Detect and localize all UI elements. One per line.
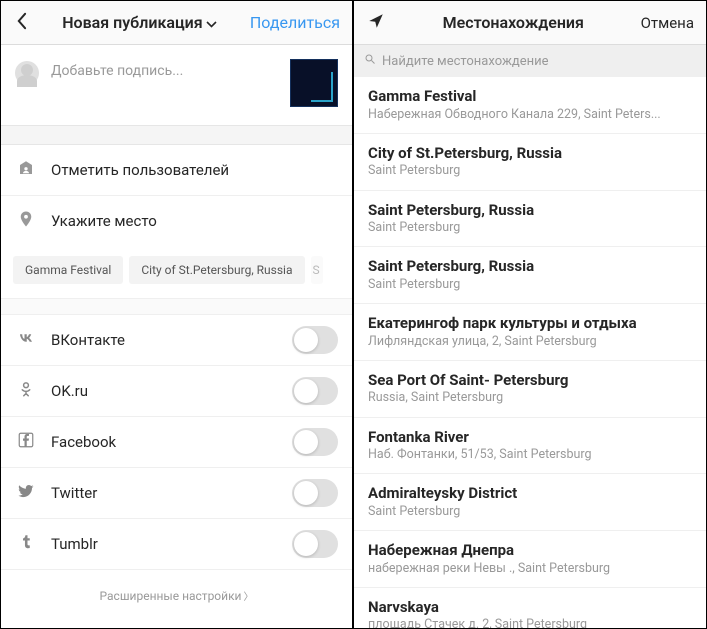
result-address: Saint Petersburg bbox=[368, 277, 692, 293]
result-address: Набережная Обводного Канала 229, Saint P… bbox=[368, 107, 692, 123]
vk-icon bbox=[15, 329, 37, 351]
share-label: ВКонтакте bbox=[51, 331, 292, 349]
share-label: Tumblr bbox=[51, 535, 292, 553]
share-button[interactable]: Поделиться bbox=[246, 13, 344, 32]
result-name: Fontanka River bbox=[368, 428, 692, 448]
person-tag-icon bbox=[15, 159, 37, 181]
result-name: Gamma Festival bbox=[368, 87, 692, 107]
divider bbox=[1, 299, 352, 315]
location-picker-screen: Местонахождения Отмена Найдите местонахо… bbox=[353, 0, 707, 629]
tw-icon bbox=[15, 482, 37, 504]
share-toggle-tw[interactable] bbox=[292, 479, 338, 507]
result-name: Narvskaya bbox=[368, 598, 692, 618]
location-result[interactable]: Набережная Днепранабережная реки Невы .,… bbox=[354, 531, 706, 588]
search-placeholder: Найдите местонахождение bbox=[382, 54, 549, 69]
ok-icon bbox=[15, 380, 37, 402]
divider bbox=[1, 125, 352, 145]
share-label: Twitter bbox=[51, 484, 292, 502]
chevron-right-icon: 〉 bbox=[243, 592, 253, 603]
header: Местонахождения Отмена bbox=[354, 1, 706, 45]
header-title: Новая публикация bbox=[62, 13, 202, 32]
share-row-ok: OK.ru bbox=[1, 366, 352, 417]
chevron-left-icon bbox=[16, 12, 27, 30]
location-result[interactable]: Narvskayaплощадь Стачек д. 2, Saint Pete… bbox=[354, 588, 706, 629]
tu-icon bbox=[15, 533, 37, 555]
share-row-tw: Twitter bbox=[1, 468, 352, 519]
avatar-icon bbox=[15, 61, 39, 85]
location-result[interactable]: Admiralteysky DistrictSaint Petersburg bbox=[354, 474, 706, 531]
caption-input[interactable]: Добавьте подпись... bbox=[39, 59, 290, 79]
location-result[interactable]: Sea Port Of Saint- PetersburgRussia, Sai… bbox=[354, 361, 706, 418]
tag-users-row[interactable]: Отметить пользователей bbox=[1, 145, 352, 196]
location-pin-icon bbox=[15, 210, 37, 232]
caption-area: Добавьте подпись... bbox=[1, 45, 352, 125]
share-row-vk: ВКонтакте bbox=[1, 315, 352, 366]
fb-icon bbox=[15, 431, 37, 453]
tag-users-label: Отметить пользователей bbox=[51, 161, 229, 179]
advanced-settings-label: Расширенные настройки bbox=[100, 589, 242, 603]
share-label: OK.ru bbox=[51, 382, 292, 400]
share-toggle-tu[interactable] bbox=[292, 530, 338, 558]
share-toggle-fb[interactable] bbox=[292, 428, 338, 456]
location-result[interactable]: Saint Petersburg, RussiaSaint Petersburg bbox=[354, 247, 706, 304]
share-toggle-ok[interactable] bbox=[292, 377, 338, 405]
new-post-screen: Новая публикация Поделиться Добавьте под… bbox=[0, 0, 353, 629]
location-chips: Gamma Festival City of St.Petersburg, Ru… bbox=[1, 246, 352, 299]
post-thumbnail[interactable] bbox=[290, 59, 338, 107]
result-address: Лифляндская улица, 2, Saint Petersburg bbox=[368, 334, 692, 350]
result-name: Saint Petersburg, Russia bbox=[368, 201, 692, 221]
result-name: Admiralteysky District bbox=[368, 484, 692, 504]
location-chip[interactable]: City of St.Petersburg, Russia bbox=[129, 256, 304, 284]
location-result[interactable]: Saint Petersburg, RussiaSaint Petersburg bbox=[354, 191, 706, 248]
cancel-button[interactable]: Отмена bbox=[637, 14, 698, 32]
header-title-wrap[interactable]: Новая публикация bbox=[33, 13, 246, 32]
result-address: Saint Petersburg bbox=[368, 220, 692, 236]
location-chip[interactable]: Gamma Festival bbox=[13, 256, 123, 284]
share-list: ВКонтакте OK.ru Facebook Twitter Tumblr bbox=[1, 315, 352, 570]
share-row-fb: Facebook bbox=[1, 417, 352, 468]
result-address: Saint Petersburg bbox=[368, 163, 692, 179]
result-address: Saint Petersburg bbox=[368, 504, 692, 520]
results-list: Gamma FestivalНабережная Обводного Канал… bbox=[354, 77, 706, 629]
location-row[interactable]: Укажите место bbox=[1, 196, 352, 246]
location-arrow-icon bbox=[367, 12, 385, 30]
back-button[interactable] bbox=[9, 12, 33, 34]
location-arrow-button[interactable] bbox=[362, 12, 390, 34]
result-name: Набережная Днепра bbox=[368, 541, 692, 561]
location-result[interactable]: Екатерингоф парк культуры и отдыхаЛифлян… bbox=[354, 304, 706, 361]
result-name: Saint Petersburg, Russia bbox=[368, 257, 692, 277]
location-result[interactable]: Fontanka RiverНаб. Фонтанки, 51/53, Sain… bbox=[354, 418, 706, 475]
header: Новая публикация Поделиться bbox=[1, 1, 352, 45]
share-toggle-vk[interactable] bbox=[292, 326, 338, 354]
search-icon bbox=[364, 53, 376, 69]
location-chip[interactable]: S bbox=[311, 256, 323, 284]
result-name: Екатерингоф парк культуры и отдыха bbox=[368, 314, 692, 334]
result-address: набережная реки Невы ., Saint Petersburg bbox=[368, 561, 692, 577]
search-bar[interactable]: Найдите местонахождение bbox=[354, 45, 706, 77]
location-label: Укажите место bbox=[51, 212, 157, 230]
header-title: Местонахождения bbox=[390, 13, 637, 32]
result-address: Наб. Фонтанки, 51/53, Saint Petersburg bbox=[368, 447, 692, 463]
location-result[interactable]: City of St.Petersburg, RussiaSaint Peter… bbox=[354, 134, 706, 191]
advanced-settings-button[interactable]: Расширенные настройки〉 bbox=[1, 570, 352, 621]
share-row-tu: Tumblr bbox=[1, 519, 352, 570]
location-result[interactable]: Gamma FestivalНабережная Обводного Канал… bbox=[354, 77, 706, 134]
result-address: Russia, Saint Petersburg bbox=[368, 390, 692, 406]
result-name: City of St.Petersburg, Russia bbox=[368, 144, 692, 164]
result-name: Sea Port Of Saint- Petersburg bbox=[368, 371, 692, 391]
chevron-down-icon bbox=[206, 13, 217, 32]
result-address: площадь Стачек д. 2, Saint Petersburg bbox=[368, 617, 692, 629]
share-label: Facebook bbox=[51, 433, 292, 451]
